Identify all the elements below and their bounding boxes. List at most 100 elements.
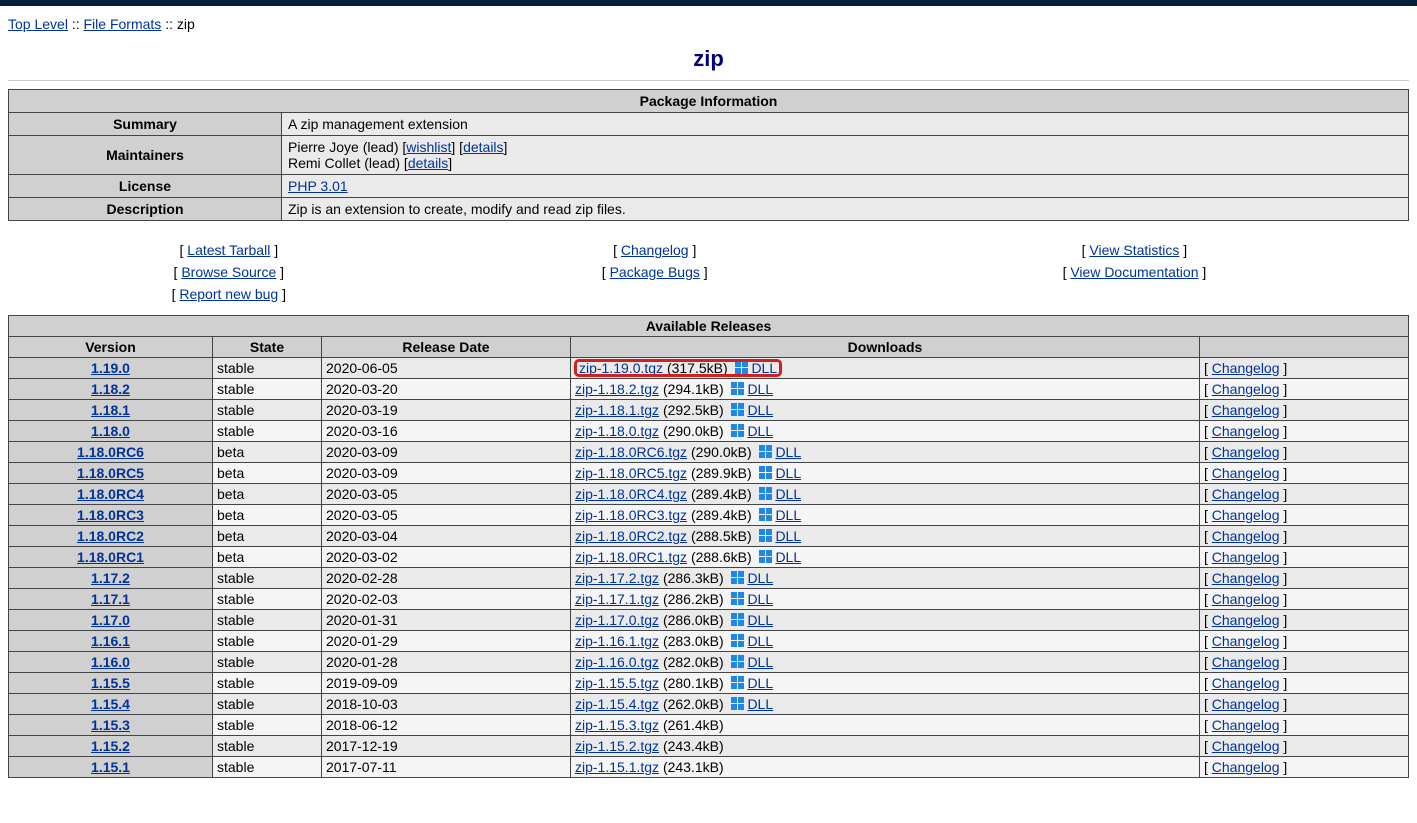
version-link[interactable]: 1.15.3 bbox=[91, 717, 130, 733]
version-link[interactable]: 1.18.0RC2 bbox=[77, 528, 144, 544]
tgz-link[interactable]: zip-1.15.5.tgz bbox=[575, 675, 659, 691]
tgz-link[interactable]: zip-1.18.0RC1.tgz bbox=[575, 549, 687, 565]
version-link[interactable]: 1.16.1 bbox=[91, 633, 130, 649]
tgz-link[interactable]: zip-1.15.3.tgz bbox=[575, 717, 659, 733]
table-row: 1.17.1stable2020-02-03zip-1.17.1.tgz (28… bbox=[9, 589, 1409, 610]
version-link[interactable]: 1.18.0RC4 bbox=[77, 486, 144, 502]
row-changelog-link[interactable]: Changelog bbox=[1212, 738, 1280, 754]
dll-link[interactable]: DLL bbox=[775, 507, 801, 523]
row-changelog-link[interactable]: Changelog bbox=[1212, 633, 1280, 649]
tgz-link[interactable]: zip-1.17.1.tgz bbox=[575, 591, 659, 607]
version-link[interactable]: 1.17.0 bbox=[91, 612, 130, 628]
version-link[interactable]: 1.17.2 bbox=[91, 570, 130, 586]
dll-link[interactable]: DLL bbox=[775, 486, 801, 502]
changelog-link[interactable]: Changelog bbox=[621, 242, 689, 258]
row-changelog-link[interactable]: Changelog bbox=[1212, 507, 1280, 523]
version-link[interactable]: 1.17.1 bbox=[91, 591, 130, 607]
row-changelog-link[interactable]: Changelog bbox=[1212, 675, 1280, 691]
row-changelog-link[interactable]: Changelog bbox=[1212, 696, 1280, 712]
details-link[interactable]: details bbox=[463, 139, 503, 155]
row-changelog-link[interactable]: Changelog bbox=[1212, 570, 1280, 586]
latest-tarball-link[interactable]: Latest Tarball bbox=[187, 242, 270, 258]
tgz-link[interactable]: zip-1.18.0RC5.tgz bbox=[575, 465, 687, 481]
tgz-link[interactable]: zip-1.16.1.tgz bbox=[575, 633, 659, 649]
row-changelog-link[interactable]: Changelog bbox=[1212, 717, 1280, 733]
row-changelog-link[interactable]: Changelog bbox=[1212, 528, 1280, 544]
version-link[interactable]: 1.15.5 bbox=[91, 675, 130, 691]
version-link[interactable]: 1.15.4 bbox=[91, 696, 130, 712]
tgz-link[interactable]: zip-1.18.0RC4.tgz bbox=[575, 486, 687, 502]
dll-link[interactable]: DLL bbox=[775, 549, 801, 565]
version-link[interactable]: 1.18.0 bbox=[91, 423, 130, 439]
table-row: 1.19.0stable2020-06-05zip-1.19.0.tgz (31… bbox=[9, 358, 1409, 379]
dll-link[interactable]: DLL bbox=[747, 423, 773, 439]
version-link[interactable]: 1.18.2 bbox=[91, 381, 130, 397]
tgz-link[interactable]: zip-1.17.0.tgz bbox=[575, 612, 659, 628]
dll-link[interactable]: DLL bbox=[775, 444, 801, 460]
row-changelog-link[interactable]: Changelog bbox=[1212, 423, 1280, 439]
view-statistics-link[interactable]: View Statistics bbox=[1089, 242, 1179, 258]
row-changelog-link[interactable]: Changelog bbox=[1212, 402, 1280, 418]
row-changelog-link[interactable]: Changelog bbox=[1212, 591, 1280, 607]
table-row: 1.16.1stable2020-01-29zip-1.16.1.tgz (28… bbox=[9, 631, 1409, 652]
row-changelog-link[interactable]: Changelog bbox=[1212, 486, 1280, 502]
row-changelog-link[interactable]: Changelog bbox=[1212, 444, 1280, 460]
license-link[interactable]: PHP 3.01 bbox=[288, 178, 348, 194]
dll-link[interactable]: DLL bbox=[775, 528, 801, 544]
tgz-link[interactable]: zip-1.18.1.tgz bbox=[575, 402, 659, 418]
row-changelog-link[interactable]: Changelog bbox=[1212, 549, 1280, 565]
downloads-cell: zip-1.17.2.tgz (286.3kB) DLL bbox=[571, 568, 1200, 589]
browse-source-link[interactable]: Browse Source bbox=[181, 264, 276, 280]
dll-link[interactable]: DLL bbox=[747, 570, 773, 586]
tgz-link[interactable]: zip-1.17.2.tgz bbox=[575, 570, 659, 586]
dll-link[interactable]: DLL bbox=[747, 402, 773, 418]
dll-link[interactable]: DLL bbox=[747, 696, 773, 712]
version-link[interactable]: 1.16.0 bbox=[91, 654, 130, 670]
tgz-link[interactable]: zip-1.16.0.tgz bbox=[575, 654, 659, 670]
col-last bbox=[1200, 337, 1409, 358]
tgz-link[interactable]: zip-1.19.0.tgz bbox=[579, 360, 663, 376]
tgz-link[interactable]: zip-1.18.0RC6.tgz bbox=[575, 444, 687, 460]
version-link[interactable]: 1.18.1 bbox=[91, 402, 130, 418]
row-changelog-link[interactable]: Changelog bbox=[1212, 654, 1280, 670]
version-link[interactable]: 1.18.0RC6 bbox=[77, 444, 144, 460]
table-row: 1.18.0RC2beta2020-03-04zip-1.18.0RC2.tgz… bbox=[9, 526, 1409, 547]
dll-link[interactable]: DLL bbox=[747, 633, 773, 649]
tgz-link[interactable]: zip-1.18.0RC3.tgz bbox=[575, 507, 687, 523]
dll-link[interactable]: DLL bbox=[751, 360, 777, 376]
version-link[interactable]: 1.18.0RC1 bbox=[77, 549, 144, 565]
changelog-cell: [ Changelog ] bbox=[1200, 484, 1409, 505]
dll-link[interactable]: DLL bbox=[747, 591, 773, 607]
dll-link[interactable]: DLL bbox=[747, 612, 773, 628]
row-changelog-link[interactable]: Changelog bbox=[1212, 612, 1280, 628]
table-row: 1.15.5stable2019-09-09zip-1.15.5.tgz (28… bbox=[9, 673, 1409, 694]
tgz-link[interactable]: zip-1.18.2.tgz bbox=[575, 381, 659, 397]
details-link[interactable]: details bbox=[408, 155, 448, 171]
version-link[interactable]: 1.18.0RC5 bbox=[77, 465, 144, 481]
tgz-link[interactable]: zip-1.15.4.tgz bbox=[575, 696, 659, 712]
breadcrumb-category[interactable]: File Formats bbox=[84, 16, 162, 32]
dll-link[interactable]: DLL bbox=[775, 465, 801, 481]
tgz-link[interactable]: zip-1.18.0.tgz bbox=[575, 423, 659, 439]
tgz-link[interactable]: zip-1.15.2.tgz bbox=[575, 738, 659, 754]
downloads-cell: zip-1.15.2.tgz (243.4kB) bbox=[571, 736, 1200, 757]
row-changelog-link[interactable]: Changelog bbox=[1212, 465, 1280, 481]
wishlist-link[interactable]: wishlist bbox=[406, 139, 451, 155]
row-changelog-link[interactable]: Changelog bbox=[1212, 759, 1280, 775]
dll-link[interactable]: DLL bbox=[747, 381, 773, 397]
version-link[interactable]: 1.15.1 bbox=[91, 759, 130, 775]
breadcrumb-top[interactable]: Top Level bbox=[8, 16, 68, 32]
state-cell: stable bbox=[213, 400, 322, 421]
version-link[interactable]: 1.15.2 bbox=[91, 738, 130, 754]
tgz-link[interactable]: zip-1.15.1.tgz bbox=[575, 759, 659, 775]
package-bugs-link[interactable]: Package Bugs bbox=[610, 264, 700, 280]
report-bug-link[interactable]: Report new bug bbox=[179, 286, 278, 302]
version-link[interactable]: 1.18.0RC3 bbox=[77, 507, 144, 523]
row-changelog-link[interactable]: Changelog bbox=[1212, 360, 1280, 376]
view-documentation-link[interactable]: View Documentation bbox=[1070, 264, 1198, 280]
tgz-link[interactable]: zip-1.18.0RC2.tgz bbox=[575, 528, 687, 544]
version-link[interactable]: 1.19.0 bbox=[91, 360, 130, 376]
dll-link[interactable]: DLL bbox=[747, 675, 773, 691]
row-changelog-link[interactable]: Changelog bbox=[1212, 381, 1280, 397]
dll-link[interactable]: DLL bbox=[747, 654, 773, 670]
